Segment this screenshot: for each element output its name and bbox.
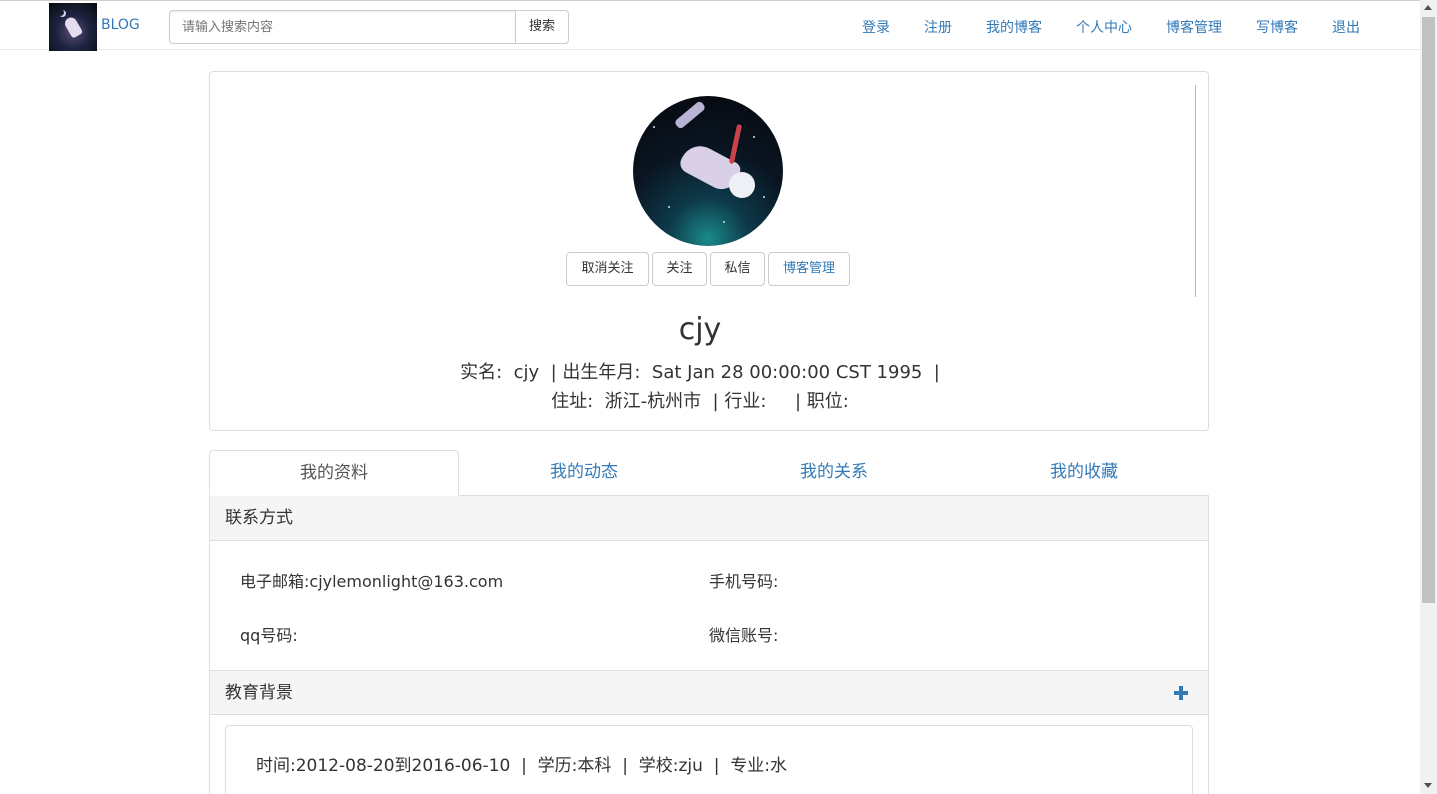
profile-card: 取消关注 关注 私信 博客管理 cjy 实名: cjy | 出生年月: Sat …: [209, 71, 1209, 431]
page: BLOG 搜索 登录 注册 我的博客 个人中心 博客管理 写博客 退出 取消关注: [0, 0, 1437, 794]
avatar-figure-scarf: [728, 123, 743, 165]
search-input[interactable]: [169, 10, 516, 44]
education-heading: 教育背景: [210, 670, 1208, 715]
logo-moon-shape: [57, 9, 64, 16]
education-entry-box: 时间:2012-08-20到2016-06-10 | 学历:本科 | 学校:zj…: [225, 725, 1193, 794]
education-heading-label: 教育背景: [225, 683, 293, 703]
tab-my-relations[interactable]: 我的关系: [709, 450, 959, 496]
avatar-star: [763, 196, 765, 198]
tab-my-activity[interactable]: 我的动态: [459, 450, 709, 496]
avatar-figure-legs: [673, 100, 707, 130]
message-button[interactable]: 私信: [710, 252, 765, 286]
profile-tabs: 我的资料 我的动态 我的关系 我的收藏: [209, 450, 1209, 496]
education-entry: 时间:2012-08-20到2016-06-10 | 学历:本科 | 学校:zj…: [256, 756, 787, 776]
tab-my-profile[interactable]: 我的资料: [209, 450, 459, 496]
scroll-down-arrow-icon[interactable]: [1424, 783, 1432, 788]
nav-my-blog-link[interactable]: 我的博客: [986, 17, 1042, 37]
unfollow-button[interactable]: 取消关注: [566, 252, 649, 286]
nav-login-link[interactable]: 登录: [862, 17, 890, 37]
top-navbar: BLOG 搜索 登录 注册 我的博客 个人中心 博客管理 写博客 退出: [0, 0, 1420, 51]
contact-heading: 联系方式: [210, 496, 1208, 541]
tab-my-favorites[interactable]: 我的收藏: [959, 450, 1209, 496]
wechat-field: 微信账号:: [709, 626, 779, 645]
username: cjy: [678, 312, 722, 347]
follow-button[interactable]: 关注: [652, 252, 707, 286]
nav-personal-center-link[interactable]: 个人中心: [1076, 17, 1132, 37]
nav-register-link[interactable]: 注册: [924, 17, 952, 37]
avatar-star: [668, 206, 670, 208]
qq-field: qq号码:: [240, 626, 298, 645]
blog-manage-button[interactable]: 博客管理: [768, 252, 850, 286]
avatar-star: [723, 221, 725, 223]
page-scrollbar[interactable]: [1420, 0, 1437, 794]
scroll-up-arrow-icon[interactable]: [1424, 5, 1432, 10]
avatar-star: [753, 136, 755, 138]
nav-blog-manage-link[interactable]: 博客管理: [1166, 17, 1222, 37]
avatar-star: [653, 126, 655, 128]
email-field: 电子邮箱:cjylemonlight@163.com: [240, 572, 504, 591]
avatar: [633, 96, 783, 246]
logo-image[interactable]: [49, 3, 97, 51]
brand-link[interactable]: BLOG: [101, 17, 140, 33]
phone-field: 手机号码:: [709, 572, 779, 591]
profile-info-line-2: 住址: 浙江-杭州市 | 行业: | 职位:: [551, 391, 849, 412]
profile-info-line-1: 实名: cjy | 出生年月: Sat Jan 28 00:00:00 CST …: [460, 362, 940, 383]
search-button[interactable]: 搜索: [515, 10, 569, 44]
nav-logout-link[interactable]: 退出: [1332, 17, 1360, 37]
nav-write-blog-link[interactable]: 写博客: [1256, 17, 1298, 37]
avatar-figure-head: [729, 172, 755, 198]
logo-figure-shape: [62, 15, 84, 39]
vertical-divider: [1195, 85, 1196, 297]
scroll-thumb[interactable]: [1422, 17, 1435, 603]
profile-details-panel: 联系方式 电子邮箱:cjylemonlight@163.com 手机号码: qq…: [209, 495, 1209, 794]
plus-icon[interactable]: [1174, 686, 1188, 700]
